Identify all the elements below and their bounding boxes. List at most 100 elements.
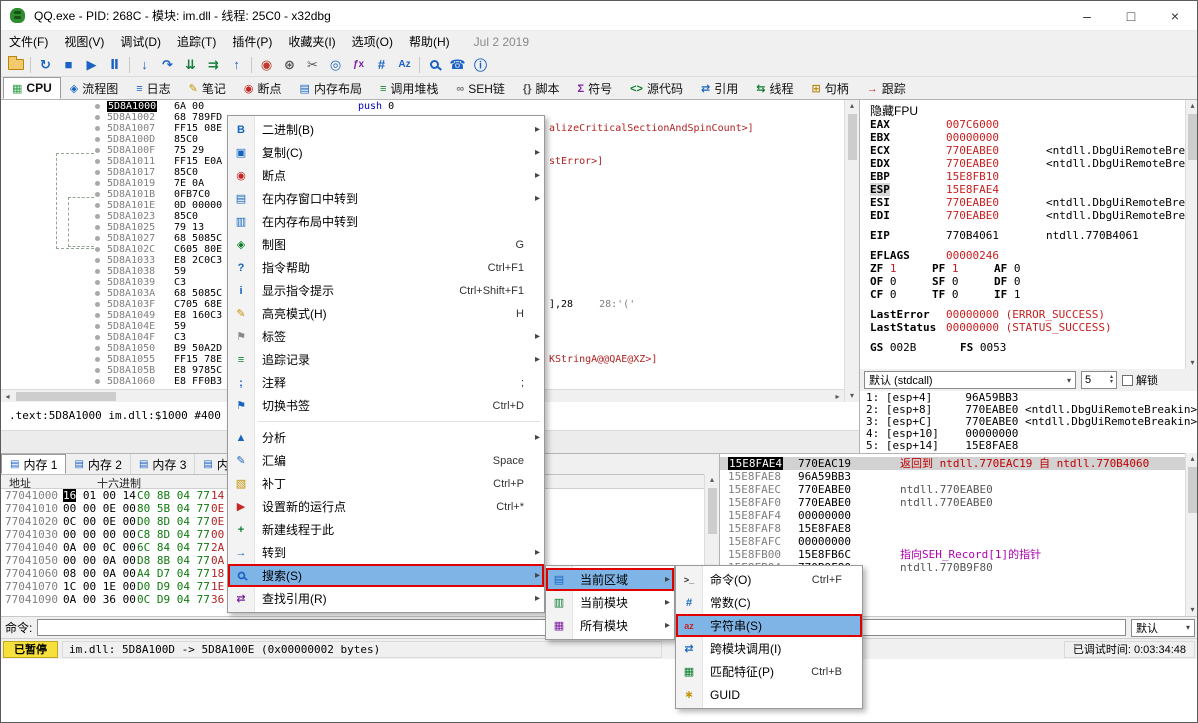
menu-item-search[interactable]: 搜索(S)▸ — [228, 564, 544, 587]
dump-tab-dump2[interactable]: ▤内存 2 — [66, 454, 130, 474]
menubar-item[interactable]: 收藏夹(I) — [280, 31, 343, 53]
hide-fpu-button[interactable]: 隐藏FPU — [860, 100, 1185, 118]
menu-item-tooltip[interactable]: i显示指令提示Ctrl+Shift+F1 — [228, 279, 544, 302]
menu-item-findref[interactable]: ⇄查找引用(R)▸ — [228, 587, 544, 610]
menu-item-graph[interactable]: ◈制图G — [228, 233, 544, 256]
register-row[interactable]: ESP15E8FAE4 — [860, 183, 1185, 196]
stack-vscrollbar[interactable]: ▴ ▾ — [1185, 453, 1198, 616]
scroll-up-icon[interactable]: ▴ — [845, 100, 859, 112]
register-row[interactable]: OF 0SF 0DF 0 — [860, 275, 1185, 288]
menu-item-bookmark[interactable]: ⚑切换书签Ctrl+D — [228, 394, 544, 417]
info-icon[interactable]: ⓘ — [469, 55, 492, 75]
stack-row[interactable]: 15E8FAE896A59BB3 — [720, 470, 1185, 483]
callconv-select[interactable]: 默认 (stdcall)▾ — [864, 371, 1076, 389]
trace-over-icon[interactable]: ⇉ — [202, 55, 225, 75]
maximize-button[interactable]: □ — [1109, 1, 1153, 30]
menu-item-newthread[interactable]: +新建线程于此 — [228, 518, 544, 541]
menu-item-highlight[interactable]: ✎高亮模式(H)H — [228, 302, 544, 325]
register-row[interactable]: EBX00000000 — [860, 131, 1185, 144]
menubar-item[interactable]: 视图(V) — [56, 31, 112, 53]
settings-icon[interactable]: ⊛ — [278, 55, 301, 75]
stack-row[interactable]: 15E8FB0015E8FB6C指向SEH_Record[1]的指针 — [720, 548, 1185, 561]
menubar-item[interactable]: 追踪(T) — [169, 31, 224, 53]
tab-cpu[interactable]: ▦CPU — [3, 77, 61, 99]
menu-item-binary[interactable]: B二进制(B)▸ — [228, 118, 544, 141]
menubar-item[interactable]: 文件(F) — [1, 31, 56, 53]
menu-item-pattern[interactable]: ▦匹配特征(P)Ctrl+B — [676, 660, 862, 683]
register-row[interactable]: EDX770EABE0<ntdll.DbgUiRemoteBreakin> — [860, 157, 1185, 170]
scroll-down-icon[interactable]: ▾ — [1186, 357, 1198, 369]
registers-vscrollbar[interactable]: ▴ ▾ — [1185, 100, 1198, 369]
menu-item-analysis[interactable]: ▲分析▸ — [228, 426, 544, 449]
scroll-down-icon[interactable]: ▾ — [1186, 604, 1198, 616]
menu-item-current-region[interactable]: ▤当前区域▸ — [546, 568, 674, 591]
tab-seh[interactable]: ∞SEH链 — [447, 77, 514, 99]
argument-row[interactable]: 5: [esp+14] 15E8FAE8 — [860, 440, 1198, 452]
stack-row[interactable]: 15E8FAFC00000000 — [720, 535, 1185, 548]
menu-item-assemble[interactable]: ✎汇编Space — [228, 449, 544, 472]
menu-item-command[interactable]: >_命令(O)Ctrl+F — [676, 568, 862, 591]
dump-tab-dump3[interactable]: ▤内存 3 — [131, 454, 195, 474]
scissors-icon[interactable]: ✂ — [301, 55, 324, 75]
restart-icon[interactable]: ↻ — [34, 55, 57, 75]
menubar-item[interactable]: 调试(D) — [112, 31, 169, 53]
run-icon[interactable]: ▶ — [80, 55, 103, 75]
register-row[interactable]: ECX770EABE0<ntdll.DbgUiRemoteBreakin> — [860, 144, 1185, 157]
menu-item-goto[interactable]: →转到▸ — [228, 541, 544, 564]
spinner-arrows-icon[interactable]: ▴▾ — [1110, 375, 1113, 385]
tab-graph[interactable]: ◈流程图 — [61, 77, 127, 99]
tab-trace[interactable]: →跟踪 — [858, 77, 915, 99]
patches-icon[interactable]: # — [370, 55, 393, 75]
menu-item-constant[interactable]: #常数(C) — [676, 591, 862, 614]
disasm-vscrollbar[interactable]: ▴ ▾ — [844, 100, 859, 402]
checkbox-box[interactable] — [1122, 375, 1133, 386]
scroll-up-icon[interactable]: ▴ — [705, 474, 719, 486]
open-file-icon[interactable] — [4, 55, 27, 75]
command-profile-select[interactable]: 默认▾ — [1131, 619, 1195, 637]
stack-row[interactable]: 15E8FAE4770EAC19返回到 ntdll.770EAC19 自 ntd… — [720, 457, 1185, 470]
step-over-icon[interactable]: ↷ — [156, 55, 179, 75]
scroll-thumb[interactable] — [1188, 467, 1197, 513]
minimize-button[interactable]: – — [1065, 1, 1109, 30]
dump-tab-dump1[interactable]: ▤内存 1 — [1, 454, 66, 474]
unlock-checkbox[interactable]: 解锁 — [1122, 372, 1158, 388]
tab-source[interactable]: <>源代码 — [621, 77, 692, 99]
register-row[interactable]: GS 002BFS 0053 — [860, 341, 1185, 354]
register-row[interactable]: EAX007C6000 — [860, 118, 1185, 131]
arguments-panel[interactable]: 1: [esp+4] 96A59BB32: [esp+8] 770EABE0 <… — [859, 391, 1198, 453]
tab-references[interactable]: ⇄引用 — [692, 77, 747, 99]
menubar-item[interactable]: 插件(P) — [224, 31, 280, 53]
disasm-row[interactable]: 5D8A10006A 00push 0 — [1, 101, 844, 112]
tab-memmap[interactable]: ▤内存布局 — [291, 77, 371, 99]
menu-item-neworigin[interactable]: ▶设置新的运行点Ctrl+* — [228, 495, 544, 518]
menu-item-comment[interactable]: ;注释; — [228, 371, 544, 394]
menu-item-current-module[interactable]: ▥当前模块▸ — [546, 591, 674, 614]
scroll-left-icon[interactable]: ◂ — [1, 390, 14, 403]
scroll-thumb[interactable] — [16, 392, 116, 401]
menu-item-goto-dump[interactable]: ▤在内存窗口中转到▸ — [228, 187, 544, 210]
menubar-item[interactable]: 帮助(H) — [401, 31, 458, 53]
registers-panel[interactable]: 隐藏FPUEAX007C6000EBX00000000ECX770EABE0<n… — [859, 100, 1185, 369]
tab-handles[interactable]: ⊞句柄 — [802, 77, 857, 99]
calculator-icon[interactable]: ƒx — [347, 55, 370, 75]
register-row[interactable]: CF 0TF 0IF 1 — [860, 288, 1185, 301]
scroll-thumb[interactable] — [1188, 114, 1197, 160]
menu-item-copy[interactable]: ▣复制(C)▸ — [228, 141, 544, 164]
close-button[interactable]: × — [1153, 1, 1197, 30]
arg-count-spinner[interactable]: 5▴▾ — [1081, 371, 1117, 389]
tab-threads[interactable]: ⇆线程 — [747, 77, 802, 99]
tab-symbols[interactable]: Σ符号 — [569, 77, 622, 99]
menu-item-goto-memmap[interactable]: ▥在内存布局中转到 — [228, 210, 544, 233]
register-row[interactable]: ESI770EABE0<ntdll.DbgUiRemoteBreakin> — [860, 196, 1185, 209]
search-icon[interactable] — [423, 55, 446, 75]
stack-row[interactable]: 15E8FAF400000000 — [720, 509, 1185, 522]
scroll-thumb[interactable] — [848, 114, 857, 160]
scroll-right-icon[interactable]: ▸ — [831, 390, 844, 403]
stop-icon[interactable]: ■ — [57, 55, 80, 75]
step-into-icon[interactable]: ↓ — [133, 55, 156, 75]
tab-callstack[interactable]: ≡调用堆栈 — [371, 77, 447, 99]
register-row[interactable]: EDI770EABE0<ntdll.DbgUiRemoteBreakin> — [860, 209, 1185, 222]
tab-script[interactable]: {}脚本 — [514, 77, 569, 99]
menu-item-string[interactable]: az字符串(S) — [676, 614, 862, 637]
stack-row[interactable]: 15E8FAF0770EABE0ntdll.770EABE0 — [720, 496, 1185, 509]
